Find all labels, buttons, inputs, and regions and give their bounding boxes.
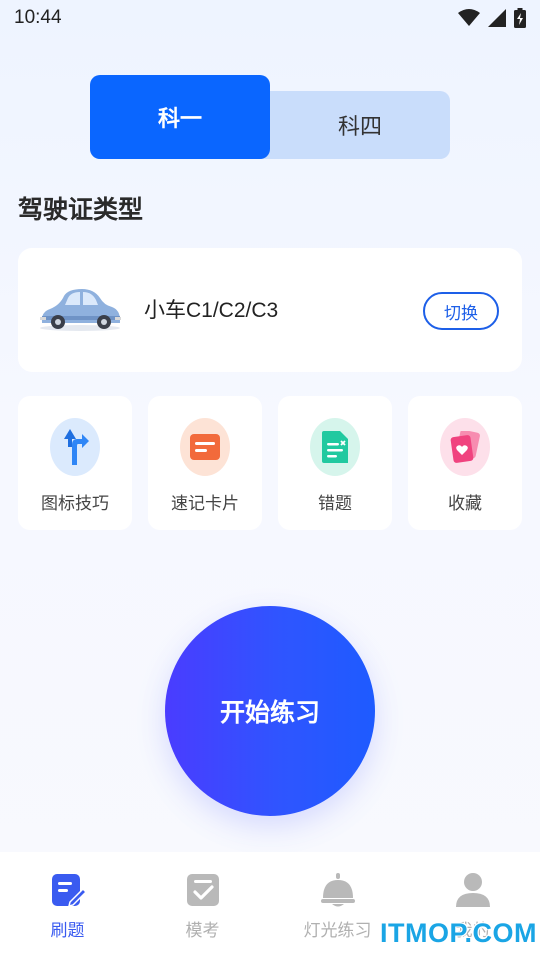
light-practice-icon [321,873,355,907]
switch-license-button[interactable]: 切换 [423,292,499,330]
tools-row: 图标技巧 速记卡片 错题 收藏 [18,396,522,530]
tool-card-wrong-questions[interactable]: 错题 [278,396,392,530]
signal-icon [488,9,506,27]
tool-card-sign-tips[interactable]: 图标技巧 [18,396,132,530]
practice-icon [52,874,86,908]
status-icons [458,8,526,28]
tab-mock-exam[interactable]: 模考 [135,852,270,960]
tab-label: 刷题 [50,921,85,941]
watermark: ITMOP.COM [380,918,538,948]
license-type-name: 小车C1/C2/C3 [144,299,279,322]
start-practice-button[interactable]: 开始练习 [165,606,375,816]
tab-label: 模考 [185,921,220,941]
tool-label: 收藏 [448,494,482,514]
tool-label: 错题 [318,494,352,514]
tab-subject-four[interactable]: 科四 [270,91,450,159]
tool-card-favorites[interactable]: 收藏 [408,396,522,530]
tool-label: 图标技巧 [41,494,109,514]
car-icon [40,289,121,331]
battery-icon [514,8,526,28]
favorite-card-icon [440,418,490,476]
tab-practice[interactable]: 刷题 [0,852,135,960]
wrong-question-icon [310,418,360,476]
profile-icon [456,873,490,907]
flash-card-icon [180,418,230,476]
section-title: 驾驶证类型 [18,195,144,224]
status-time: 10:44 [14,7,62,28]
subject-switch: 科一 科四 [90,75,450,159]
wifi-icon [458,9,480,26]
status-bar: 10:44 [0,0,540,36]
tool-label: 速记卡片 [171,494,239,514]
license-type-card: 小车C1/C2/C3 切换 [18,248,522,372]
mock-exam-icon [187,874,219,906]
traffic-sign-icon [50,418,100,476]
tab-subject-one[interactable]: 科一 [90,75,270,159]
tool-card-flash-cards[interactable]: 速记卡片 [148,396,262,530]
